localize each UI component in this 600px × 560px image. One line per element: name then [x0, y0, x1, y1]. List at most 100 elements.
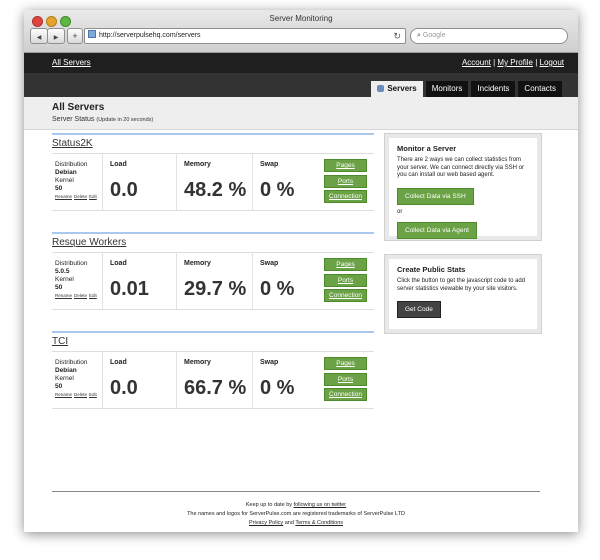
pages-button[interactable]: Pages: [324, 258, 367, 271]
distribution-column: Distribution Debian Kernel 50 Rename Dele…: [52, 352, 103, 408]
get-code-button[interactable]: Get Code: [397, 301, 441, 318]
all-servers-link[interactable]: All Servers: [52, 58, 91, 67]
back-arrow-icon: ◀: [36, 35, 42, 41]
edit-link[interactable]: Edit: [89, 293, 97, 298]
edit-link[interactable]: Edit: [89, 194, 97, 199]
kernel-value: 50: [55, 185, 63, 192]
forward-button[interactable]: ▶: [47, 28, 65, 44]
load-value: 0.01: [110, 278, 149, 300]
monitor-panel-title: Monitor a Server: [397, 144, 457, 153]
separator: |: [493, 58, 496, 67]
ports-button[interactable]: Ports: [324, 273, 367, 287]
subtitle-text: Server Status: [52, 116, 95, 123]
tab-contacts[interactable]: Contacts: [518, 81, 562, 97]
server-name-link[interactable]: Resque Workers: [52, 237, 126, 248]
ports-button[interactable]: Ports: [324, 174, 367, 188]
distribution-value: Debian: [55, 169, 77, 176]
kernel-label: Kernel: [55, 276, 74, 283]
back-button[interactable]: ◀: [30, 28, 48, 44]
kernel-value: 50: [55, 284, 63, 291]
memory-value: 66.7 %: [184, 377, 247, 399]
memory-column: Memory 48.2 %: [178, 154, 253, 210]
load-label: Load: [110, 260, 127, 267]
rename-link[interactable]: Rename: [55, 293, 72, 298]
logout-link[interactable]: Logout: [540, 58, 564, 67]
connection-button[interactable]: Connection: [324, 190, 367, 203]
memory-label: Memory: [184, 260, 211, 267]
connection-button[interactable]: Connection: [324, 289, 367, 302]
connection-button[interactable]: Connection: [324, 388, 367, 401]
memory-label: Memory: [184, 161, 211, 168]
footer-trademark: The names and logos for ServerPulse.com …: [187, 511, 405, 517]
tab-label: Contacts: [524, 84, 556, 93]
swap-label: Swap: [260, 260, 279, 267]
server-name-link[interactable]: Status2K: [52, 138, 93, 149]
page-title: All Servers: [52, 102, 105, 113]
pages-button[interactable]: Pages: [324, 159, 367, 172]
twitter-link[interactable]: following us on twitter: [294, 502, 347, 508]
delete-link[interactable]: Delete: [74, 392, 87, 397]
reload-icon[interactable]: ↻: [393, 29, 401, 43]
server-stats: Distribution Debian Kernel 50 Rename Dele…: [52, 153, 374, 211]
page-subtitle: Server Status (Update in 20 seconds): [52, 116, 153, 123]
add-bookmark-button[interactable]: +: [67, 28, 83, 44]
load-column: Load 0.01: [104, 253, 177, 309]
distribution-label: Distribution: [55, 260, 88, 267]
main-navigation: Servers Monitors Incidents Contacts: [24, 73, 578, 97]
server-actions: Pages Ports Connection: [324, 357, 367, 404]
server-card: TCI Distribution Debian Kernel 50 Rename…: [52, 331, 374, 430]
account-links: Account | My Profile | Logout: [462, 58, 564, 67]
pages-button[interactable]: Pages: [324, 357, 367, 370]
load-value: 0.0: [110, 377, 138, 399]
memory-column: Memory 29.7 %: [178, 253, 253, 309]
distribution-value: Debian: [55, 367, 77, 374]
plus-icon: +: [72, 31, 78, 41]
swap-value: 0 %: [260, 278, 295, 300]
address-bar[interactable]: http://serverpulsehq.com/servers ↻: [84, 28, 406, 44]
stats-panel-text: Click the button to get the javascript c…: [397, 278, 526, 292]
rename-link[interactable]: Rename: [55, 194, 72, 199]
stats-panel-title: Create Public Stats: [397, 265, 466, 274]
server-actions: Pages Ports Connection: [324, 258, 367, 305]
tab-monitors[interactable]: Monitors: [425, 81, 469, 97]
distribution-label: Distribution: [55, 359, 88, 366]
distribution-column: Distribution Debian Kernel 50 Rename Dele…: [52, 154, 103, 210]
footer-legal-links: Privacy Policy and Terms & Conditions: [52, 519, 540, 528]
memory-column: Memory 66.7 %: [178, 352, 253, 408]
my-profile-link[interactable]: My Profile: [497, 58, 533, 67]
terms-link[interactable]: Terms & Conditions: [295, 520, 343, 526]
delete-link[interactable]: Delete: [74, 194, 87, 199]
title-bar: Server Monitoring ◀ ▶ + http://serverpul…: [24, 10, 578, 53]
delete-link[interactable]: Delete: [74, 293, 87, 298]
server-stats: Distribution 5.0.5 Kernel 50 Rename Delet…: [52, 252, 374, 310]
tab-incidents[interactable]: Incidents: [471, 81, 516, 97]
search-icon: ⌕: [417, 32, 421, 39]
forward-arrow-icon: ▶: [53, 35, 59, 41]
search-field[interactable]: ⌕ Google: [410, 28, 568, 44]
search-placeholder: Google: [422, 32, 446, 39]
footer-text: Keep up to date by: [245, 502, 293, 508]
collect-agent-button[interactable]: Collect Data via Agent: [397, 221, 477, 239]
distribution-column: Distribution 5.0.5 Kernel 50 Rename Delet…: [52, 253, 103, 309]
rename-link[interactable]: Rename: [55, 392, 72, 397]
collect-ssh-button[interactable]: Collect Data via SSH: [397, 187, 474, 205]
privacy-policy-link[interactable]: Privacy Policy: [249, 520, 283, 526]
distribution-value: 5.0.5: [55, 268, 70, 275]
load-label: Load: [110, 161, 127, 168]
server-stats: Distribution Debian Kernel 50 Rename Dele…: [52, 351, 374, 409]
page-header: All Servers Server Status (Update in 20 …: [24, 97, 578, 130]
tab-servers[interactable]: Servers: [371, 81, 423, 97]
update-note: (Update in 20 seconds): [96, 117, 154, 123]
url-text: http://serverpulsehq.com/servers: [99, 32, 201, 39]
server-name-link[interactable]: TCI: [52, 336, 68, 347]
footer-twitter-line: Keep up to date by following us on twitt…: [52, 501, 540, 510]
ports-button[interactable]: Ports: [324, 372, 367, 386]
account-link[interactable]: Account: [462, 58, 491, 67]
load-value: 0.0: [110, 179, 138, 201]
or-text: or: [397, 208, 403, 215]
tab-label: Servers: [387, 84, 417, 93]
separator: |: [535, 58, 538, 67]
edit-link[interactable]: Edit: [89, 392, 97, 397]
server-actions: Pages Ports Connection: [324, 159, 367, 206]
tab-label: Monitors: [431, 84, 463, 93]
